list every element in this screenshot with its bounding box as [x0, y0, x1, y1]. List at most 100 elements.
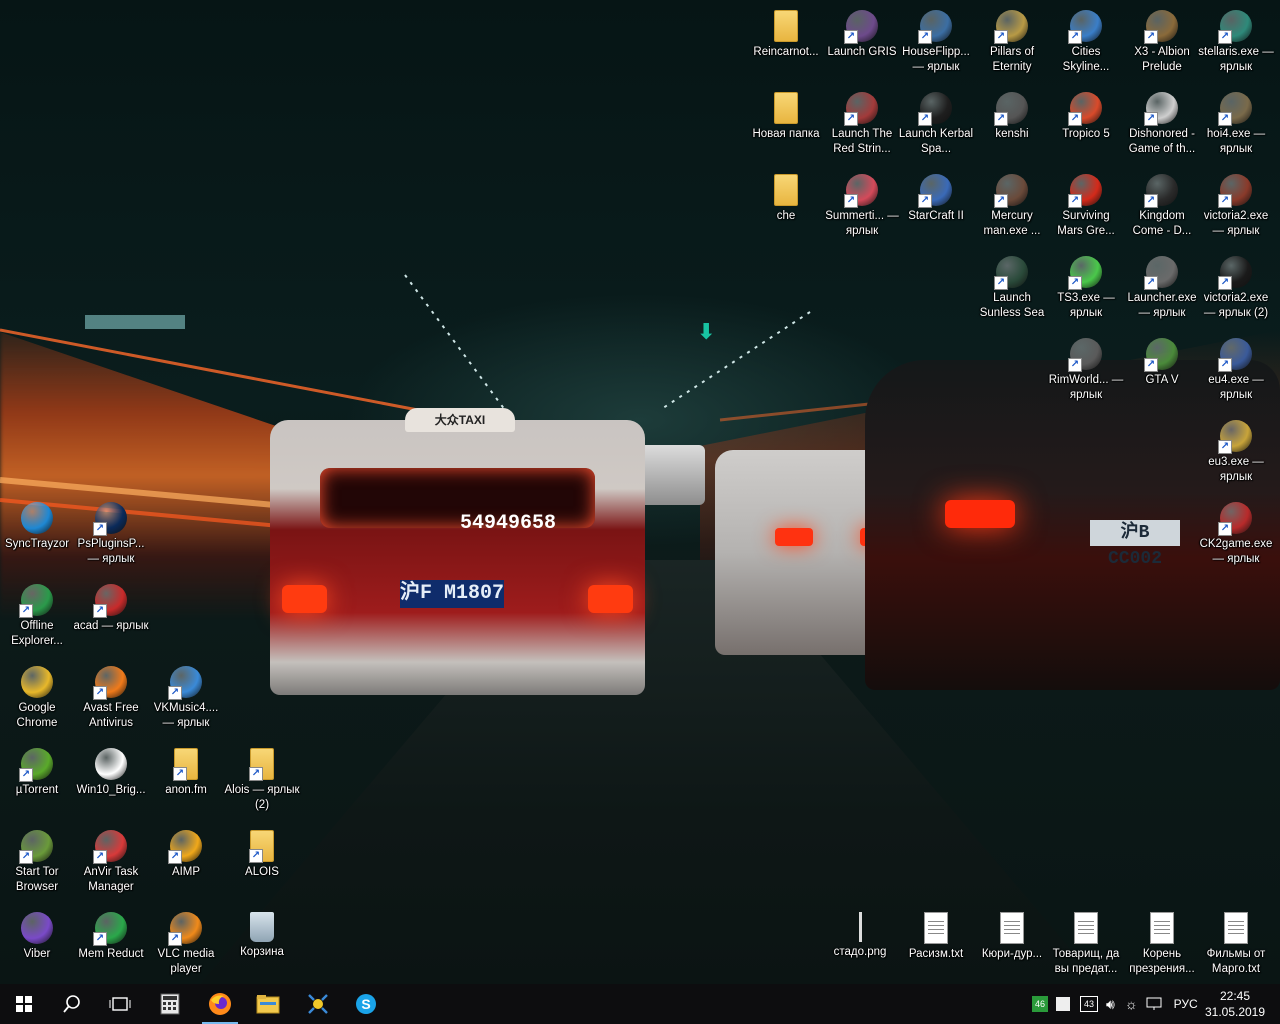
desktop-icon-reincarnot[interactable]: Reincarnot... — [748, 4, 824, 60]
desktop-icon-x3[interactable]: X3 - Albion Prelude — [1124, 4, 1200, 75]
search-button[interactable] — [48, 984, 96, 1024]
desktop-icon-koren[interactable]: Корень презрения... — [1124, 906, 1200, 977]
desktop-icon-new-folder[interactable]: Новая папка — [748, 86, 824, 142]
desktop-icon-label: Товарищ, да вы предат... — [1052, 948, 1120, 975]
desktop-icon-viber[interactable]: Viber — [0, 906, 75, 962]
clock[interactable]: 22:45 31.05.2019 — [1200, 988, 1270, 1020]
desktop-icon-kerbal[interactable]: Launch Kerbal Spa... — [898, 86, 974, 157]
desktop-icon-red-strings[interactable]: Launch The Red Strin... — [824, 86, 900, 157]
desktop-icon-anonfm[interactable]: anon.fm — [148, 742, 224, 798]
desktop-icon-utorrent[interactable]: µTorrent — [0, 742, 75, 798]
tray-white-app-icon[interactable] — [1056, 997, 1070, 1011]
desktop-icon-launch-gris[interactable]: Launch GRIS — [824, 4, 900, 60]
brightness-icon[interactable]: ☼ — [1125, 996, 1138, 1012]
desktop-icon-label: Summerti... — ярлык — [825, 210, 899, 237]
desktop-icon-label: che — [776, 210, 796, 222]
desktop-icon-stado[interactable]: стадо.png — [822, 906, 898, 960]
desktop-icon-tovarisch[interactable]: Товарищ, да вы предат... — [1048, 906, 1124, 977]
desktop-icon-avast[interactable]: Avast Free Antivirus — [73, 660, 149, 731]
desktop-icon-ts3[interactable]: TS3.exe — ярлык — [1048, 250, 1124, 321]
taskbar-skype[interactable]: S — [342, 984, 390, 1024]
tray-green-badge[interactable]: 46 — [1032, 996, 1048, 1012]
taskbar-calculator[interactable] — [146, 984, 194, 1024]
desktop-icon-houseflipper[interactable]: HouseFlipp... — ярлык — [898, 4, 974, 75]
desktop-icon-sunless[interactable]: Launch Sunless Sea — [974, 250, 1050, 321]
desktop-icon-cities[interactable]: Cities Skyline... — [1048, 4, 1124, 75]
desktop-icon-label: Фильмы от Марго.txt — [1206, 948, 1266, 975]
desktop-icon-victoria2-2[interactable]: victoria2.exe — ярлык (2) — [1198, 250, 1274, 321]
network-icon[interactable] — [1146, 997, 1164, 1011]
desktop-icon-label: Offline Explorer... — [11, 620, 63, 647]
offline-explorer-app-icon — [19, 584, 53, 618]
launcher-app-icon — [1144, 256, 1178, 290]
desktop-icon-rimworld[interactable]: RimWorld... — ярлык — [1048, 332, 1124, 403]
desktop-icon-starcraft[interactable]: StarCraft II — [898, 168, 974, 224]
desktop-icon-label: hoi4.exe — ярлык — [1206, 128, 1266, 155]
desktop-icon-psplugins[interactable]: PsPluginsP... — ярлык — [73, 496, 149, 567]
desktop-icon-recycle[interactable]: Корзина — [224, 906, 300, 960]
tray-temperature-badge[interactable]: 43 — [1080, 996, 1098, 1012]
wallpaper-green-arrow-icon: ⬇ — [697, 320, 716, 345]
folder-icon — [249, 830, 274, 863]
desktop-icon-mercury[interactable]: Mercury man.exe ... — [974, 168, 1050, 239]
desktop-icon-stellaris[interactable]: stellaris.exe — ярлык — [1198, 4, 1274, 75]
taskbar-firefox[interactable] — [196, 984, 244, 1024]
desktop-icon-win10-bright[interactable]: Win10_Brig... — [73, 742, 149, 798]
vkmusic-app-icon — [168, 666, 202, 700]
desktop-icon-label: Launch Kerbal Spa... — [898, 128, 974, 155]
eu3-app-icon — [1218, 420, 1252, 454]
desktop-icon-gta[interactable]: GTA V — [1124, 332, 1200, 388]
taskbar-file-explorer[interactable] — [244, 984, 292, 1024]
start-button[interactable] — [0, 984, 48, 1024]
desktop-icon-synctrayzor[interactable]: SyncTrayzor — [0, 496, 75, 552]
desktop-icon-label: Google Chrome — [16, 702, 58, 729]
text-file-icon — [1224, 912, 1248, 944]
desktop-icon-chrome[interactable]: Google Chrome — [0, 660, 75, 731]
desktop-icon-label: eu3.exe — ярлык — [1208, 456, 1264, 483]
houseflipper-app-icon — [918, 10, 952, 44]
desktop-icon-eu4[interactable]: eu4.exe — ярлык — [1198, 332, 1274, 403]
desktop-icon-filmy[interactable]: Фильмы от Марго.txt — [1198, 906, 1274, 977]
desktop-icon-kenshi[interactable]: kenshi — [974, 86, 1050, 142]
kerbal-app-icon — [918, 92, 952, 126]
desktop-icon-alois-2[interactable]: Alois — ярлык (2) — [224, 742, 300, 813]
wallpaper-taxi-sign: 大众TAXI — [405, 408, 515, 432]
desktop-icon-vlc[interactable]: VLC media player — [148, 906, 224, 977]
desktop-icon-anvir[interactable]: AnVir Task Manager — [73, 824, 149, 895]
desktop-icon-ck2[interactable]: CK2game.exe — ярлык — [1198, 496, 1274, 567]
system-tray: 46 43 🔊︎ ☼ РУС — [1032, 984, 1198, 1024]
desktop-icon-memreduct[interactable]: Mem Reduct — [73, 906, 149, 962]
desktop-icon-tor[interactable]: Start Tor Browser — [0, 824, 75, 895]
desktop-icon-pillars[interactable]: Pillars of Eternity — [974, 4, 1050, 75]
desktop-icon-launcher[interactable]: Launcher.exe — ярлык — [1124, 250, 1200, 321]
desktop-icon-che[interactable]: che — [748, 168, 824, 224]
desktop-icon-label: anon.fm — [165, 784, 207, 796]
desktop-icon-kyuri[interactable]: Кюри-дур... — [974, 906, 1050, 962]
desktop-icon-dishonored[interactable]: Dishonored - Game of th... — [1124, 86, 1200, 157]
desktop-icon-offline-explorer[interactable]: Offline Explorer... — [0, 578, 75, 649]
desktop-icon-acad[interactable]: acad — ярлык — [73, 578, 149, 634]
volume-icon[interactable]: 🔊︎ — [1106, 996, 1115, 1013]
desktop-icon-label: RimWorld... — ярлык — [1048, 374, 1124, 401]
desktop-icon-aimp[interactable]: AIMP — [148, 824, 224, 880]
desktop-icon-kingdom[interactable]: Kingdom Come - D... — [1124, 168, 1200, 239]
desktop-icon-eu3[interactable]: eu3.exe — ярлык — [1198, 414, 1274, 485]
mercury-app-icon — [994, 174, 1028, 208]
desktop-icon-tropico[interactable]: Tropico 5 — [1048, 86, 1124, 142]
desktop-icon-hoi4[interactable]: hoi4.exe — ярлык — [1198, 86, 1274, 157]
desktop-icon-rasizm[interactable]: Расизм.txt — [898, 906, 974, 962]
folder-icon — [249, 748, 274, 781]
desktop-icon-summertime[interactable]: Summerti... — ярлык — [824, 168, 900, 239]
wallpaper-taillight — [775, 528, 813, 546]
desktop-icon-alois[interactable]: ALOIS — [224, 824, 300, 880]
language-indicator[interactable]: РУС — [1174, 997, 1198, 1011]
desktop-icon-label: ALOIS — [245, 866, 279, 878]
desktop-icon-victoria2[interactable]: victoria2.exe — ярлык — [1198, 168, 1274, 239]
taskbar-network-app[interactable] — [294, 984, 342, 1024]
task-view-button[interactable] — [96, 984, 144, 1024]
clock-time: 22:45 — [1219, 989, 1251, 1003]
desktop-icon-label: Launcher.exe — ярлык — [1127, 292, 1197, 319]
desktop-icon-surviving[interactable]: Surviving Mars Gre... — [1048, 168, 1124, 239]
desktop-icon-label: X3 - Albion Prelude — [1134, 46, 1190, 73]
desktop-icon-vkmusic[interactable]: VKMusic4.... — ярлык — [148, 660, 224, 731]
